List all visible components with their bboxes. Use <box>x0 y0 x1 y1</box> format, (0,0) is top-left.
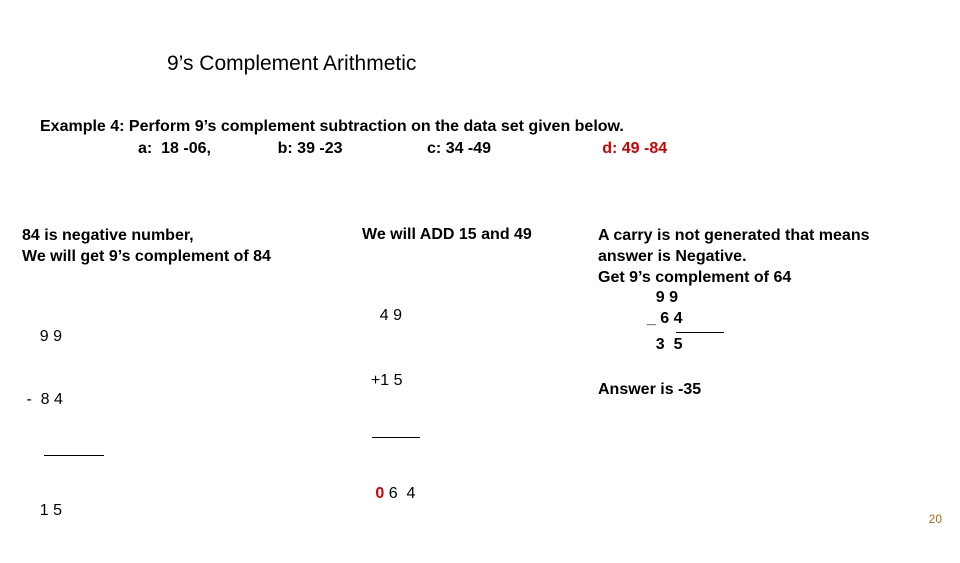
col1-c1: 9 9 <box>22 327 271 348</box>
col3-result: 3 5 <box>598 335 870 356</box>
col2-rest: 6 4 <box>384 485 415 502</box>
col1-line1: 84 is negative number, <box>22 226 271 247</box>
col2-c1: 4 9 <box>362 305 532 327</box>
col3-p3: Get 9’s complement of 64 <box>598 268 870 289</box>
column-2: We will ADD 15 and 49 4 9 +1 5 0 6 4 <box>362 226 532 548</box>
col2-calc: 4 9 +1 5 0 6 4 <box>362 262 532 548</box>
col3-p1b: not <box>675 227 700 244</box>
col2-c2: +1 5 <box>362 370 532 392</box>
item-c: c: 34 -49 <box>427 140 491 157</box>
example-prompt: Example 4: Perform 9’s complement subtra… <box>40 118 624 136</box>
slide-title: 9’s Complement Arithmetic <box>167 52 416 76</box>
col1-line2: We will get 9’s complement of 84 <box>22 247 271 268</box>
column-1: 84 is negative number, We will get 9’s c… <box>22 226 271 563</box>
col2-head: We will ADD 15 and 49 <box>362 226 532 244</box>
col1-c2: - 8 4 <box>22 390 271 411</box>
page-number: 20 <box>929 512 942 526</box>
col3-answer: Answer is -35 <box>598 380 870 401</box>
col1-rule <box>44 455 104 456</box>
col3-rule <box>676 332 724 333</box>
col3-p1a: A carry is <box>598 227 675 244</box>
col3-n2: _ 6 4 <box>598 309 870 330</box>
col1-c3: 1 5 <box>22 501 271 522</box>
col3-p1c: generated that means <box>700 227 870 244</box>
example-items: a: 18 -06, b: 39 -23 c: 34 -49 d: 49 -84 <box>138 140 667 158</box>
col1-calc: 9 9 - 8 4 1 5 <box>22 286 271 563</box>
item-a: a: 18 -06, <box>138 140 211 157</box>
col3-p1: A carry is not generated that means <box>598 226 870 247</box>
col2-rule <box>372 437 420 438</box>
col3-n1: 9 9 <box>598 288 870 309</box>
column-3: A carry is not generated that means answ… <box>598 226 870 401</box>
col2-result: 0 6 4 <box>362 483 532 505</box>
item-d: d: 49 -84 <box>602 140 667 157</box>
carry-zero: 0 <box>375 485 384 502</box>
item-b: b: 39 -23 <box>278 140 343 157</box>
col3-p2: answer is Negative. <box>598 247 870 268</box>
